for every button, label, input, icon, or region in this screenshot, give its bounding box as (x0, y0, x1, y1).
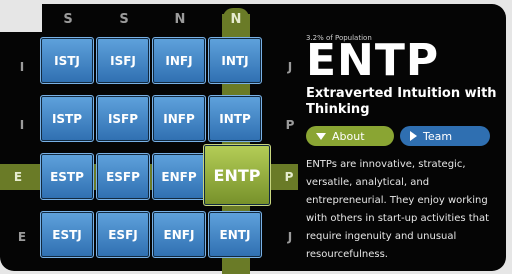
side-letter-left: E (17, 230, 27, 244)
type-tile-intp[interactable]: INTP (208, 95, 262, 142)
side-letter-right: J (287, 60, 293, 74)
type-tile-estp[interactable]: ESTP (40, 153, 94, 200)
type-tile-entj[interactable]: ENTJ (208, 211, 262, 258)
type-tile-isfp[interactable]: ISFP (96, 95, 150, 142)
type-tile-istp[interactable]: ISTP (40, 95, 94, 142)
side-letter-right: J (287, 230, 293, 244)
top-letter-s: S (119, 12, 129, 27)
type-tile-enfp[interactable]: ENFP (152, 153, 206, 200)
about-button-label: About (332, 129, 365, 143)
type-description: ENTPs are innovative, strategic, versati… (306, 159, 490, 260)
top-letter-s: S (63, 12, 73, 27)
team-button-label: Team (423, 129, 453, 143)
type-tile-entp-selected[interactable]: ENTP (203, 144, 271, 206)
type-subtitle: Extraverted Intuition with Thinking (306, 86, 497, 117)
triangle-down-icon (316, 132, 326, 140)
type-tile-istj[interactable]: ISTJ (40, 37, 94, 84)
side-letter-right-active: P (284, 170, 294, 184)
side-letter-left: I (19, 118, 25, 132)
side-letter-right: P (285, 118, 295, 132)
triangle-right-icon (410, 131, 417, 141)
type-tile-infp[interactable]: INFP (152, 95, 206, 142)
type-tile-intj[interactable]: INTJ (208, 37, 262, 84)
team-button[interactable]: Team (400, 126, 490, 146)
type-tile-estj[interactable]: ESTJ (40, 211, 94, 258)
type-tile-esfp[interactable]: ESFP (96, 153, 150, 200)
side-letter-left-active: E (13, 170, 23, 184)
top-letter-n: N (174, 12, 186, 27)
type-tile-infj[interactable]: INFJ (152, 37, 206, 84)
type-tile-esfj[interactable]: ESFJ (96, 211, 150, 258)
type-tile-enfj[interactable]: ENFJ (152, 211, 206, 258)
about-button[interactable]: About (306, 126, 394, 146)
side-letter-left: I (19, 60, 25, 74)
type-heading: ENTP (306, 35, 440, 86)
top-letter-n-active: N (223, 8, 249, 31)
background-corner (0, 0, 42, 32)
type-tile-isfj[interactable]: ISFJ (96, 37, 150, 84)
